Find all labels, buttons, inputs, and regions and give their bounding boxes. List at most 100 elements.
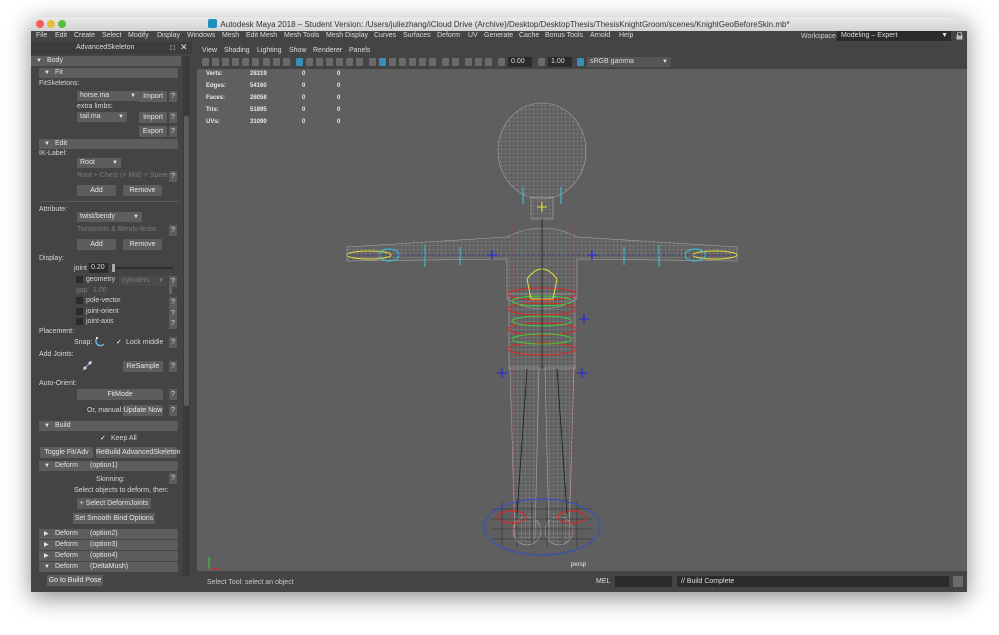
export-button[interactable]: Export (139, 126, 167, 137)
add-joint-icon[interactable] (82, 360, 93, 371)
menu-arnold[interactable]: Arnold (590, 32, 610, 39)
wireframe-icon[interactable] (296, 58, 303, 66)
wireframe-on-shaded-icon[interactable] (326, 58, 333, 66)
section-deform-option2[interactable]: ▶ Deform (option2) (39, 529, 178, 539)
help-button[interactable]: ? (169, 405, 177, 416)
viewport-menu-shading[interactable]: Shading (224, 47, 250, 54)
resolution-gate-icon[interactable] (283, 58, 290, 66)
lock-middle-checkmark-icon[interactable]: ✓ (116, 338, 122, 346)
2d-pan-zoom-icon[interactable] (242, 58, 249, 66)
import-fitskeleton-button[interactable]: Import (139, 91, 167, 102)
toggle-fit-adv-button[interactable]: Toggle Fit/Adv (40, 447, 93, 458)
smooth-bind-options-button[interactable]: Set Smooth Bind Options (73, 513, 155, 524)
textured-icon[interactable] (336, 58, 343, 66)
help-button[interactable]: ? (169, 473, 177, 484)
menu-curves[interactable]: Curves (374, 32, 396, 39)
workspace-dropdown[interactable]: Modeling – Expert ▼ (837, 31, 951, 41)
script-editor-icon[interactable] (953, 576, 963, 587)
viewport-menu-panels[interactable]: Panels (349, 47, 370, 54)
section-deform-option4[interactable]: ▶ Deform (option4) (39, 551, 178, 561)
color-management-icon[interactable] (577, 58, 584, 66)
ambient-occlusion-icon[interactable] (409, 58, 416, 66)
menu-bonus-tools[interactable]: Bonus Tools (545, 32, 583, 39)
antialiasing-icon[interactable] (429, 58, 436, 66)
menu-mesh-tools[interactable]: Mesh Tools (284, 32, 319, 39)
fitskeleton-dropdown[interactable]: horse.ma ▼ (77, 91, 139, 101)
menu-windows[interactable]: Windows (187, 32, 215, 39)
go-to-build-pose-button[interactable]: Go to Build Pose (47, 575, 103, 586)
mel-command-input[interactable] (615, 576, 672, 587)
menu-file[interactable]: File (36, 32, 47, 39)
menu-mesh-display[interactable]: Mesh Display (326, 32, 368, 39)
menu-edit-mesh[interactable]: Edit Mesh (246, 32, 277, 39)
smooth-shade-icon[interactable] (306, 58, 313, 66)
image-plane-icon[interactable] (232, 58, 239, 66)
resample-button[interactable]: ReSample (123, 361, 163, 372)
playblast-icon[interactable] (485, 58, 492, 66)
menu-mesh[interactable]: Mesh (222, 32, 239, 39)
gamma-icon[interactable] (538, 58, 545, 66)
geometry-mode-dropdown[interactable]: cylinders ▼ (119, 276, 167, 286)
menu-edit[interactable]: Edit (55, 32, 67, 39)
joint-size-slider[interactable] (111, 264, 173, 272)
attribute-dropdown[interactable]: twist/bendy ▼ (77, 212, 142, 222)
menu-cache[interactable]: Cache (519, 32, 539, 39)
menu-uv[interactable]: UV (468, 32, 478, 39)
exposure-icon[interactable] (498, 58, 505, 66)
default-material-icon[interactable] (316, 58, 323, 66)
help-button[interactable]: ? (169, 112, 177, 123)
extra-limbs-dropdown[interactable]: tail.ma ▼ (77, 112, 127, 122)
menu-deform[interactable]: Deform (437, 32, 460, 39)
shadows-icon[interactable] (356, 58, 363, 66)
hud-icon[interactable] (465, 58, 472, 66)
section-edit[interactable]: ▼ Edit (39, 139, 178, 149)
menu-create[interactable]: Create (74, 32, 95, 39)
joint-orient-checkbox[interactable] (76, 308, 83, 315)
3d-viewport[interactable]: Verts: 28319 0 0 Edges: 54160 0 0 Faces:… (197, 69, 967, 571)
menu-surfaces[interactable]: Surfaces (403, 32, 431, 39)
viewport-menu-show[interactable]: Show (289, 47, 307, 54)
section-deform-option1[interactable]: ▼ Deform (option1) (39, 461, 178, 471)
lights-icon[interactable] (346, 58, 353, 66)
remove-iklabel-button[interactable]: Remove (123, 185, 162, 196)
motion-blur-icon[interactable] (419, 58, 426, 66)
backface-icon[interactable] (399, 58, 406, 66)
grid-icon[interactable] (263, 58, 270, 66)
joint-axis-checkbox[interactable] (76, 318, 83, 325)
lock-icon[interactable] (956, 32, 963, 40)
isolate-select-icon[interactable] (442, 58, 449, 66)
menu-select[interactable]: Select (102, 32, 121, 39)
help-button[interactable]: ? (169, 361, 177, 372)
section-build[interactable]: ▼ Build (39, 421, 178, 431)
viewport-menu-lighting[interactable]: Lighting (257, 47, 282, 54)
import-extra-limbs-button[interactable]: Import (139, 112, 167, 123)
rebuild-advancedskeleton-button[interactable]: ReBuild AdvancedSkeleton (96, 447, 180, 458)
xray-joints-icon[interactable] (379, 58, 386, 66)
section-fit[interactable]: ▼ Fit (39, 68, 178, 78)
help-button[interactable]: ? (169, 91, 177, 102)
section-deform-option3[interactable]: ▶ Deform (option3) (39, 540, 178, 550)
help-button[interactable]: ? (169, 276, 177, 287)
viewport-menu-renderer[interactable]: Renderer (313, 47, 342, 54)
help-button[interactable]: ? (169, 225, 177, 236)
joint-slider-handle[interactable] (112, 264, 115, 272)
keep-all-checkmark-icon[interactable]: ✓ (100, 434, 106, 442)
menu-generate[interactable]: Generate (484, 32, 513, 39)
pole-vector-checkbox[interactable] (76, 297, 83, 304)
gamma-field[interactable]: 1.00 (548, 57, 572, 67)
select-deformjoints-button[interactable]: + Select DeformJoints (77, 498, 151, 509)
iklabel-dropdown[interactable]: Root ▼ (77, 158, 121, 168)
select-camera-icon[interactable] (202, 58, 209, 66)
menu-modify[interactable]: Modify (128, 32, 149, 39)
mel-language-toggle[interactable]: MEL (596, 578, 610, 585)
fitmode-button[interactable]: FitMode (77, 389, 163, 400)
section-deform-deltamush[interactable]: ▼ Deform (DeltaMush) (39, 562, 178, 572)
remove-attribute-button[interactable]: Remove (123, 239, 162, 250)
help-button[interactable]: ? (169, 297, 177, 308)
xray-active-icon[interactable] (389, 58, 396, 66)
magnet-snap-icon[interactable] (95, 336, 106, 347)
root-control[interactable] (483, 498, 601, 556)
menu-display[interactable]: Display (157, 32, 180, 39)
float-panel-icon[interactable]: □ (170, 43, 175, 52)
help-button[interactable]: ? (169, 337, 177, 348)
